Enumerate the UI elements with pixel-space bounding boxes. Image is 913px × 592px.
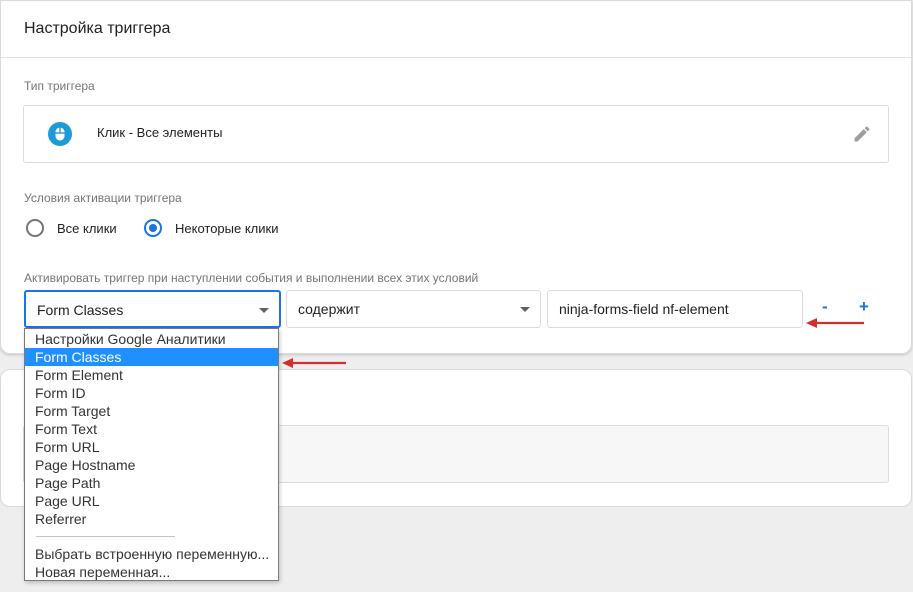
header-divider — [1, 57, 911, 58]
remove-condition-button[interactable]: - — [822, 297, 828, 317]
caret-down-icon — [520, 307, 530, 312]
trigger-type-name: Клик - Все элементы — [97, 125, 223, 140]
activation-conditions-label: Условия активации триггера — [24, 191, 182, 205]
trigger-config-card: Настройка триггера Тип триггера Клик - В… — [0, 0, 912, 354]
dropdown-item[interactable]: Page Path — [25, 474, 278, 492]
variable-select[interactable]: Form Classes — [24, 290, 281, 328]
radio-all-clicks[interactable]: Все клики — [26, 219, 117, 237]
dropdown-item[interactable]: Page URL — [25, 492, 278, 510]
dropdown-builtin-variable[interactable]: Выбрать встроенную переменную... — [25, 545, 278, 563]
dropdown-item[interactable]: Page Hostname — [25, 456, 278, 474]
radio-all-clicks-label: Все клики — [57, 220, 117, 236]
dropdown-item[interactable]: Form URL — [25, 438, 278, 456]
radio-some-clicks[interactable]: Некоторые клики — [144, 219, 278, 237]
trigger-type-box[interactable]: Клик - Все элементы — [23, 105, 889, 163]
caret-down-icon — [259, 308, 269, 313]
annotation-arrow-icon — [806, 318, 864, 328]
annotation-arrow-icon — [282, 358, 346, 368]
add-condition-button[interactable]: + — [859, 297, 869, 317]
card-title: Настройка триггера — [24, 20, 171, 37]
mouse-icon — [48, 122, 72, 146]
dropdown-divider — [36, 536, 175, 537]
condition-value-input[interactable] — [547, 290, 803, 328]
radio-some-clicks-label: Некоторые клики — [175, 220, 279, 236]
condition-label: Активировать триггер при наступлении соб… — [24, 271, 479, 285]
variable-select-value: Form Classes — [37, 302, 124, 318]
dropdown-new-variable[interactable]: Новая переменная... — [25, 563, 278, 581]
dropdown-item[interactable]: Form Text — [25, 420, 278, 438]
trigger-type-label: Тип триггера — [24, 79, 95, 93]
dropdown-item[interactable]: Form Target — [25, 402, 278, 420]
dropdown-item[interactable]: Form ID — [25, 384, 278, 402]
operator-select[interactable]: содержит — [286, 290, 541, 328]
dropdown-item[interactable]: Настройки Google Аналитики — [25, 330, 278, 348]
dropdown-item[interactable]: Referrer — [25, 510, 278, 528]
radio-all-clicks-circle[interactable] — [26, 219, 44, 237]
radio-some-clicks-circle[interactable] — [144, 219, 162, 237]
dropdown-item-selected[interactable]: Form Classes — [25, 348, 278, 366]
operator-select-value: содержит — [298, 301, 360, 317]
dropdown-item[interactable]: Form Element — [25, 366, 278, 384]
variable-dropdown-list: Настройки Google Аналитики Form Classes … — [24, 328, 279, 581]
pencil-icon[interactable] — [852, 124, 872, 144]
